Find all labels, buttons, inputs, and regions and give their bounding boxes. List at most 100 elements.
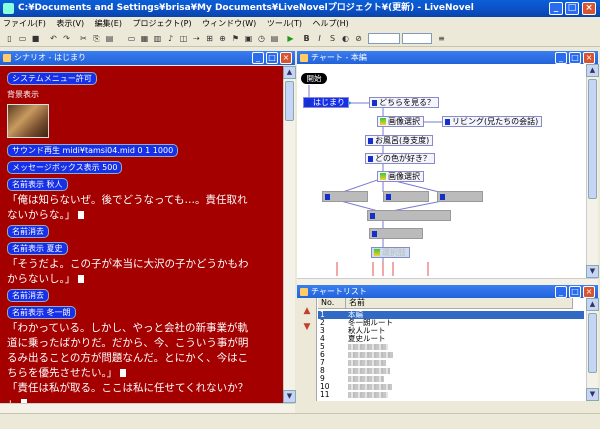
align-icon[interactable]: ≡	[436, 33, 447, 44]
dialogue-line[interactable]: るみ出ることの方が問題なんだ。とにかく、今はこ	[7, 351, 283, 366]
command-sound[interactable]: サウンド再生 midi¥tamsi04.mid 0 1 1000	[7, 144, 179, 157]
chartlist-maximize-button[interactable]: □	[569, 286, 581, 298]
chart-list-row[interactable]: 10	[318, 383, 584, 391]
chart-node-hajimari[interactable]: はじまり	[303, 97, 349, 108]
chart-minimize-button[interactable]: _	[555, 52, 567, 64]
strike-icon[interactable]: S	[327, 33, 338, 44]
scenario-maximize-button[interactable]: □	[266, 52, 278, 64]
menu-help[interactable]: ヘルプ(H)	[313, 19, 349, 28]
script-cmd-icon[interactable]: ▤	[269, 33, 280, 44]
chart-vscrollbar[interactable]: ▲ ▼	[586, 64, 599, 278]
dialogue-line[interactable]: 」	[7, 396, 283, 403]
scroll-up-button[interactable]: ▲	[283, 66, 296, 79]
maximize-button[interactable]: □	[565, 2, 579, 15]
chart-node-white[interactable]: ホワイト	[322, 191, 368, 202]
font-select[interactable]	[402, 33, 432, 44]
dialogue-line[interactable]: ないからな。」	[7, 208, 283, 223]
chart-list-row[interactable]: 8	[318, 367, 584, 375]
chart-node-select-1[interactable]: 画像選択	[377, 116, 424, 127]
chart-scroll-down-button[interactable]: ▼	[586, 265, 599, 278]
chart-node-select-3[interactable]: 選択肢	[371, 247, 410, 258]
menu-project[interactable]: プロジェクト(P)	[133, 19, 192, 28]
chartlist-scroll-down-button[interactable]: ▼	[586, 388, 599, 401]
chart-list-row[interactable]: 6	[318, 351, 584, 359]
save-icon[interactable]: ■	[30, 33, 41, 44]
chart-list-row[interactable]: 5	[318, 343, 584, 351]
chart-scroll-thumb[interactable]	[588, 79, 597, 199]
flag-cmd-icon[interactable]: ⚑	[230, 33, 241, 44]
dialogue-line[interactable]: からないし。」	[7, 272, 283, 287]
chart-close-button[interactable]: ×	[583, 52, 595, 64]
italic-icon[interactable]: I	[314, 33, 325, 44]
redo-icon[interactable]: ↷	[61, 33, 72, 44]
scenario-editor[interactable]: システムメニュー許可 背景表示 サウンド再生 midi¥tamsi04.mid …	[0, 66, 283, 403]
column-header-no[interactable]: No.	[318, 298, 346, 309]
move-down-icon[interactable]: ▼	[301, 322, 313, 332]
bold-icon[interactable]: B	[301, 33, 312, 44]
scroll-thumb[interactable]	[285, 81, 294, 121]
chart-maximize-button[interactable]: □	[569, 52, 581, 64]
command-name-akito[interactable]: 名前表示 秋人	[7, 178, 68, 191]
chart-node-orange[interactable]: オレンジ	[383, 191, 429, 202]
undo-icon[interactable]: ↶	[48, 33, 59, 44]
wait-cmd-icon[interactable]: ◷	[256, 33, 267, 44]
command-message-box[interactable]: メッセージボックス表示 500	[7, 161, 123, 174]
scenario-hscrollbar[interactable]	[0, 403, 295, 413]
chartlist-close-button[interactable]: ×	[583, 286, 595, 298]
command-name-natsushi[interactable]: 名前表示 夏史	[7, 242, 68, 255]
branch-cmd-icon[interactable]: ⊕	[217, 33, 228, 44]
chartlist-minimize-button[interactable]: _	[555, 286, 567, 298]
cut-icon[interactable]: ✂	[78, 33, 89, 44]
chartlist-scroll-up-button[interactable]: ▲	[586, 298, 599, 311]
chart-node-select-2[interactable]: 画像選択	[377, 171, 424, 182]
ban-icon[interactable]: ⊘	[353, 33, 364, 44]
dialogue-line[interactable]: 「わかっている。しかし、やっと会社の新事業が軌	[7, 321, 283, 336]
menu-tools[interactable]: ツール(T)	[267, 19, 302, 28]
column-header-name[interactable]: 名前	[346, 298, 573, 309]
dialogue-line[interactable]: 道に乗ったばかりだ。だから、今、こういう事が明	[7, 336, 283, 351]
dialogue-line[interactable]: 「俺は知らないぜ。後でどうなっても…。責任取れ	[7, 193, 283, 208]
chart-list-row[interactable]: 9	[318, 375, 584, 383]
minimize-button[interactable]: _	[549, 2, 563, 15]
chart-node-green[interactable]: グリーン	[437, 191, 483, 202]
open-folder-icon[interactable]: ▭	[17, 33, 28, 44]
image-cmd-icon[interactable]: ▦	[139, 33, 150, 44]
scenario-minimize-button[interactable]: _	[252, 52, 264, 64]
command-background[interactable]: 背景表示	[7, 89, 39, 100]
close-button[interactable]: ×	[582, 2, 596, 15]
text-cmd-icon[interactable]: ▭	[126, 33, 137, 44]
move-up-icon[interactable]: ▲	[301, 306, 313, 316]
dialogue-line[interactable]: ちらを優先させたい。」	[7, 366, 283, 381]
chart-list-row[interactable]: 7	[318, 359, 584, 367]
chart-start-node[interactable]: 開始	[301, 73, 327, 84]
command-clear-name[interactable]: 名前消去	[7, 225, 49, 238]
command-clear-name[interactable]: 名前消去	[7, 289, 49, 302]
paste-icon[interactable]: ▤	[104, 33, 115, 44]
command-system-menu[interactable]: システムメニュー許可	[7, 72, 97, 85]
chart-node-donoiro[interactable]: どの色が好き？	[365, 153, 435, 164]
layer-cmd-icon[interactable]: ▥	[152, 33, 163, 44]
dialogue-line[interactable]: 「責任は私が取る。ここは私に任せてくれないか？	[7, 381, 283, 396]
chart-node-meal[interactable]: 食事の時間	[369, 228, 423, 239]
effect-cmd-icon[interactable]: ◫	[178, 33, 189, 44]
chart-list-row[interactable]: 4 夏史ルート	[318, 335, 584, 343]
chart-node-ofuro[interactable]: お風呂(身支度)	[365, 135, 434, 146]
font-size-select[interactable]	[368, 33, 400, 44]
menu-window[interactable]: ウィンドウ(W)	[202, 19, 256, 28]
chart-node-dochira[interactable]: どちらを見る？	[369, 97, 439, 108]
new-file-icon[interactable]: ▯	[4, 33, 15, 44]
scenario-close-button[interactable]: ×	[280, 52, 292, 64]
color-icon[interactable]: ◐	[340, 33, 351, 44]
menu-edit[interactable]: 編集(E)	[95, 19, 122, 28]
chart-canvas[interactable]: 開始 はじまり どちらを見る？ 画像選択 リビング(兄たちの会話) お風呂(身支…	[297, 64, 586, 278]
scroll-down-button[interactable]: ▼	[283, 390, 296, 403]
dialogue-line[interactable]: 「そうだよ。この子が本当に大沢の子かどうかもわ	[7, 257, 283, 272]
select-cmd-icon[interactable]: ⊞	[204, 33, 215, 44]
var-cmd-icon[interactable]: ▣	[243, 33, 254, 44]
scenario-scrollbar[interactable]: ▲ ▼	[283, 66, 296, 403]
play-icon[interactable]: ▶	[285, 33, 296, 44]
chart-list-row[interactable]: 11	[318, 391, 584, 399]
copy-icon[interactable]: ⎘	[91, 33, 102, 44]
jump-cmd-icon[interactable]: ⇢	[191, 33, 202, 44]
chart-scroll-up-button[interactable]: ▲	[586, 64, 599, 77]
